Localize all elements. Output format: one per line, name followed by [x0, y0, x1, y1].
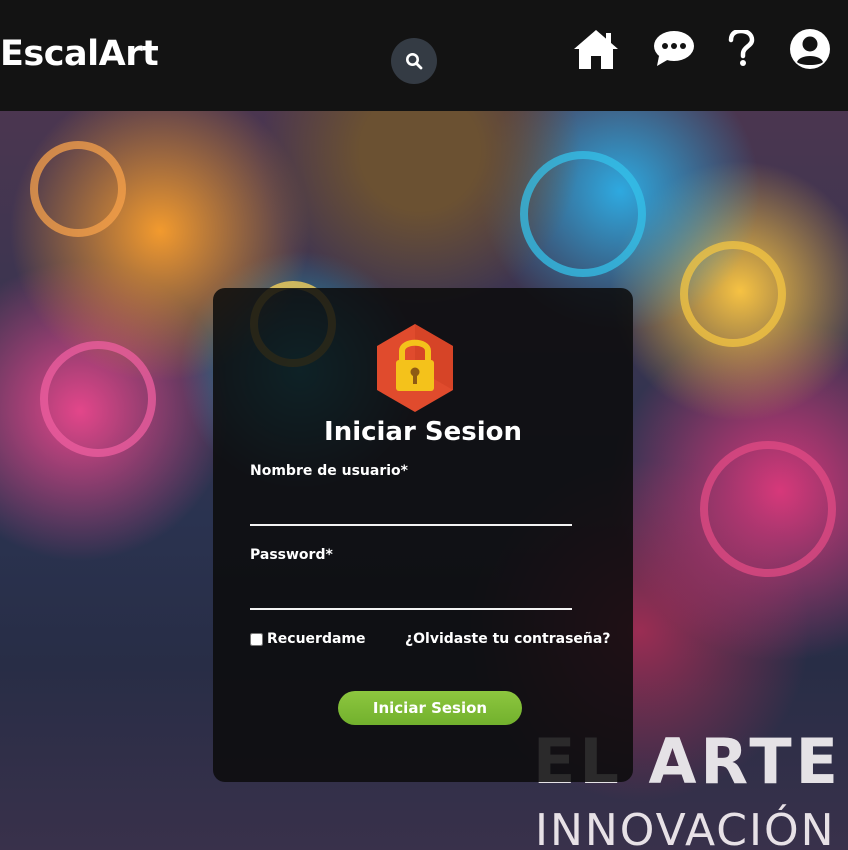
search-button[interactable]: [391, 38, 437, 84]
lock-icon: [377, 324, 453, 412]
help-icon[interactable]: [727, 30, 755, 68]
username-label: Nombre de usuario*: [250, 463, 408, 479]
user-icon[interactable]: [789, 28, 831, 70]
brand-logo[interactable]: EscalArt: [0, 34, 159, 74]
hero-subheadline: INNOVACIÓN T: [535, 805, 848, 850]
username-input[interactable]: [250, 494, 572, 526]
login-card: Iniciar Sesion Nombre de usuario* Passwo…: [213, 288, 633, 782]
hero-swirl: [520, 151, 646, 277]
chat-icon[interactable]: [653, 30, 695, 68]
remember-checkbox[interactable]: [250, 632, 263, 646]
hero-swirl: [40, 341, 156, 457]
remember-label: Recuerdame: [267, 631, 366, 647]
search-icon: [406, 53, 423, 70]
login-button[interactable]: Iniciar Sesion: [338, 691, 522, 725]
hero-swirl: [30, 141, 126, 237]
hero-swirl: [700, 441, 836, 577]
forgot-password-link[interactable]: ¿Olvidaste tu contraseña?: [405, 631, 610, 647]
home-icon[interactable]: [573, 28, 619, 70]
top-navbar: EscalArt: [0, 0, 848, 111]
password-label: Password*: [250, 547, 333, 563]
hero-swirl: [680, 241, 786, 347]
password-input[interactable]: [250, 578, 572, 610]
remember-me[interactable]: Recuerdame: [250, 631, 366, 647]
login-title: Iniciar Sesion: [324, 417, 522, 447]
